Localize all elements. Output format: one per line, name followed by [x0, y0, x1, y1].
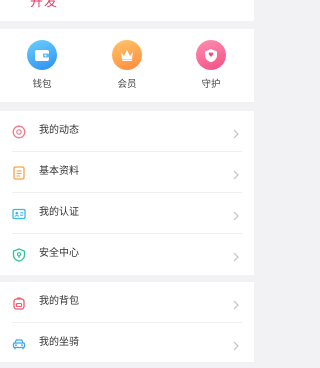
chevron-right-icon — [232, 166, 240, 180]
id-card-icon — [12, 206, 26, 220]
backpack-icon — [12, 295, 26, 310]
menu-item-my-moments[interactable]: 我的动态 — [0, 111, 254, 152]
menu-label-my-backpack: 我的背包 — [39, 296, 79, 307]
crown-icon — [112, 40, 142, 70]
quick-label-membership: 会员 — [117, 79, 137, 90]
menu-label-security-center: 安全中心 — [39, 248, 79, 259]
menu-label-my-mount: 我的坐骑 — [39, 337, 79, 348]
header-partial-text: 开发 — [30, 0, 59, 10]
car-icon — [12, 336, 26, 350]
quick-item-guard[interactable]: 守护 — [181, 40, 241, 98]
menu-item-security-center[interactable]: 安全中心 — [0, 234, 254, 275]
quick-item-membership[interactable]: 会员 — [97, 40, 157, 98]
menu-item-my-backpack[interactable]: 我的背包 — [0, 282, 254, 323]
chevron-right-icon — [232, 337, 240, 351]
quick-label-wallet: 钱包 — [32, 79, 52, 90]
wallet-icon — [27, 40, 57, 70]
shield-check-icon — [12, 247, 26, 262]
menu-item-basic-info[interactable]: 基本资料 — [0, 152, 254, 193]
menu-label-basic-info: 基本资料 — [39, 166, 79, 177]
chevron-right-icon — [232, 207, 240, 221]
quick-actions: 钱包 会员 守护 — [0, 29, 254, 102]
moments-icon — [12, 124, 26, 139]
menu-item-my-verification[interactable]: 我的认证 — [0, 193, 254, 234]
quick-label-guard: 守护 — [201, 79, 221, 90]
menu-label-my-moments: 我的动态 — [39, 125, 79, 136]
chevron-right-icon — [232, 296, 240, 310]
chevron-right-icon — [232, 248, 240, 262]
menu-item-my-mount[interactable]: 我的坐骑 — [0, 323, 254, 364]
quick-item-wallet[interactable]: 钱包 — [12, 40, 72, 98]
chevron-right-icon — [232, 125, 240, 139]
menu-group-2: 我的背包 我的坐骑 — [0, 282, 254, 362]
header-strip: 开发 — [0, 0, 254, 21]
menu-label-my-verification: 我的认证 — [39, 207, 79, 218]
profile-icon — [12, 165, 26, 180]
shield-icon — [196, 40, 226, 70]
menu-group-1: 我的动态 基本资料 我的认证 安全中心 — [0, 111, 254, 275]
